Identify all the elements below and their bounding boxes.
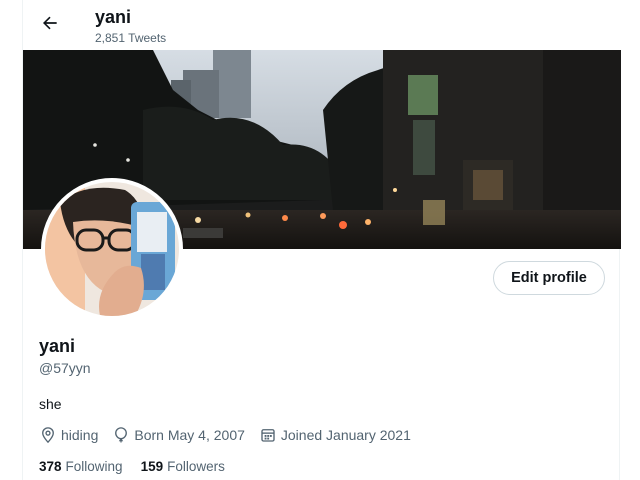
location-pin-icon [42, 427, 54, 444]
balloon-icon [115, 427, 128, 443]
birthday-item: Born May 4, 2007 [112, 426, 245, 444]
joined-text: Joined January 2021 [280, 427, 411, 443]
user-handle: @57yyn [39, 360, 91, 376]
following-count: 378 [39, 459, 62, 474]
location-item: hiding [39, 426, 98, 444]
main-column: yani 2,851 Tweets Edit profile yani @57y… [22, 0, 621, 480]
edit-profile-button[interactable]: Edit profile [493, 261, 605, 295]
following-link[interactable]: 378 Following [39, 459, 123, 474]
profile-avatar[interactable] [41, 178, 183, 320]
following-label: Following [65, 459, 123, 474]
display-name: yani [39, 336, 76, 356]
birthday-text: Born May 4, 2007 [134, 427, 245, 443]
header-title: yani [95, 7, 132, 27]
follow-stats: 378 Following 159 Followers [39, 459, 243, 474]
calendar-icon [261, 429, 275, 442]
profile-page: yani 2,851 Tweets Edit profile yani @57y… [0, 0, 640, 480]
followers-link[interactable]: 159 Followers [141, 459, 225, 474]
followers-label: Followers [167, 459, 225, 474]
tweet-count: 2,851 Tweets [95, 31, 167, 45]
profile-meta: hiding Born May 4, 2007 Joined January 2… [39, 426, 425, 444]
followers-count: 159 [140, 459, 164, 474]
back-button[interactable] [37, 10, 63, 36]
location-text: hiding [61, 427, 99, 443]
bio: she [39, 396, 62, 412]
joined-item: Joined January 2021 [259, 426, 411, 444]
profile-header: yani 2,851 Tweets [23, 0, 621, 50]
arrow-left-icon [43, 16, 57, 30]
